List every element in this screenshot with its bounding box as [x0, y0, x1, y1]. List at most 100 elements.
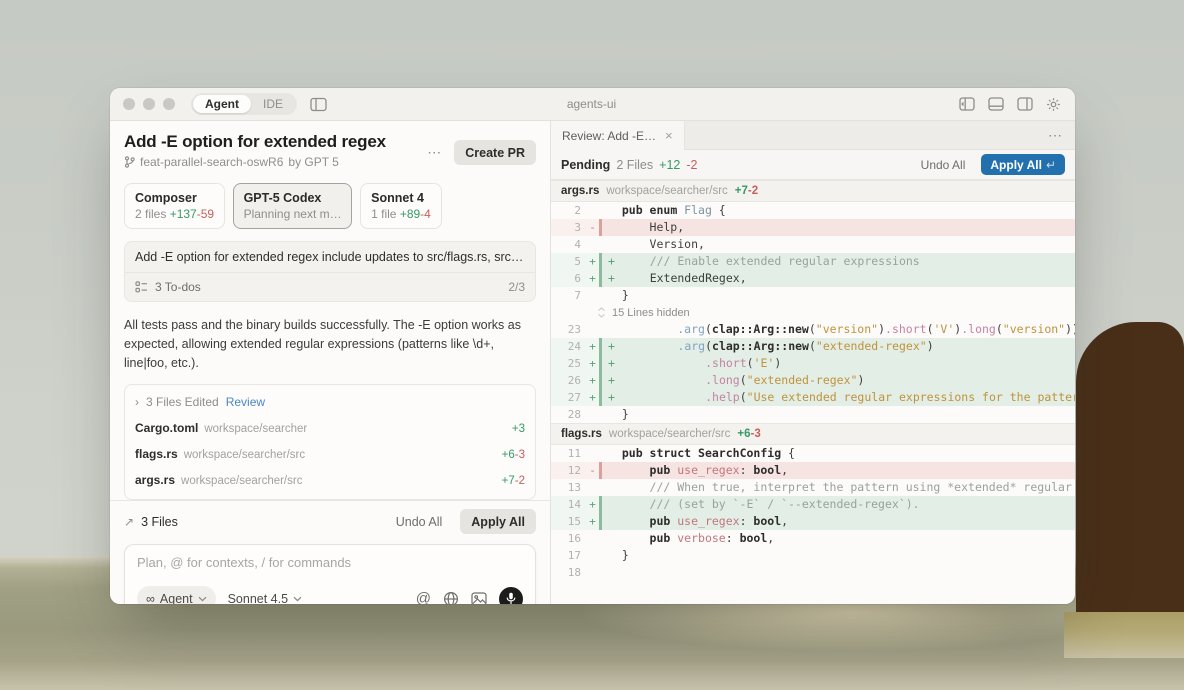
diff-line: 5++ /// Enable extended regular expressi…: [551, 253, 1075, 270]
agent-card[interactable]: Composer 2 files +137-59: [124, 183, 225, 229]
diff-line: 11 pub struct SearchConfig {: [551, 445, 1075, 462]
diff-line: 12- pub use_regex: bool,: [551, 462, 1075, 479]
wallpaper-trees: [1076, 322, 1184, 624]
file-list: Cargo.tomlworkspace/searcher+3flags.rswo…: [125, 415, 535, 493]
diff-line: 15+ pub use_regex: bool,: [551, 513, 1075, 530]
diff-file-header[interactable]: args.rsworkspace/searcher/src+7-2: [551, 180, 1075, 202]
diff-line-content: Help,: [602, 219, 1075, 236]
agent-cards: Composer 2 files +137-59 GPT-5 CodexPlanni…: [124, 183, 536, 229]
chevron-down-icon: [198, 596, 207, 602]
diff-line: 6++ ExtendedRegex,: [551, 270, 1075, 287]
create-pr-button[interactable]: Create PR: [454, 140, 536, 165]
more-options-icon[interactable]: ⋯: [1048, 127, 1063, 144]
diff-file-header[interactable]: flags.rsworkspace/searcher/src+6-3: [551, 423, 1075, 445]
tab-agent[interactable]: Agent: [193, 95, 251, 113]
agent-card-name: Composer: [135, 191, 214, 205]
sidebar-toggle-icon[interactable]: [310, 97, 327, 112]
titlebar: Agent IDE agents-ui: [110, 88, 1075, 121]
diff-line-content: pub use_regex: bool,: [602, 513, 1075, 530]
panel-left-collapse-icon[interactable]: [959, 97, 975, 112]
diff-line: 14+ /// (set by `-E` / `--extended-regex…: [551, 496, 1075, 513]
more-options-icon[interactable]: ⋯: [427, 144, 442, 161]
settings-gear-icon[interactable]: [1046, 97, 1061, 112]
diff-line: 23 .arg(clap::Arg::new("version").short(…: [551, 321, 1075, 338]
file-row[interactable]: flags.rsworkspace/searcher/src+6-3: [125, 441, 535, 467]
tab-review-label: Review: Add -E…: [562, 129, 656, 143]
diff-line-content: }: [602, 287, 1075, 304]
diff-line-content: }: [602, 547, 1075, 564]
diff-line-content: pub use_regex: bool,: [602, 462, 1075, 479]
diff-line: 18: [551, 564, 1075, 581]
composer-input[interactable]: Plan, @ for contexts, / for commands: [137, 555, 523, 570]
agent-panel: Add -E option for extended regex feat-pa…: [110, 121, 551, 604]
diff-line: 17 }: [551, 547, 1075, 564]
diff-line: 26++ .long("extended-regex"): [551, 372, 1075, 389]
diff-line: 3- Help,: [551, 219, 1075, 236]
file-stats: +3: [512, 423, 525, 435]
at-mention-icon[interactable]: @: [416, 590, 431, 604]
close-window-button[interactable]: [123, 98, 135, 110]
tab-ide[interactable]: IDE: [251, 95, 295, 113]
agent-card[interactable]: Sonnet 41 file +89-4: [360, 183, 442, 229]
agent-mode-select[interactable]: ∞ Agent: [137, 586, 216, 604]
page-title: Add -E option for extended regex: [124, 132, 386, 152]
files-count-label[interactable]: 3 Files: [141, 515, 178, 529]
diff-line-content: + .help("Use extended regular expression…: [602, 389, 1075, 406]
panel-right-icon[interactable]: [1017, 97, 1033, 112]
pending-deletions: -2: [686, 158, 697, 172]
panel-bottom-icon[interactable]: [988, 97, 1004, 112]
pending-files-count: 2 Files: [616, 158, 653, 172]
agent-card-name: GPT-5 Codex: [244, 191, 342, 205]
tab-review[interactable]: Review: Add -E… ×: [551, 121, 685, 150]
agent-card[interactable]: GPT-5 CodexPlanning next m…: [233, 183, 352, 229]
globe-icon[interactable]: [443, 591, 459, 604]
close-icon[interactable]: ×: [665, 128, 673, 143]
todos-progress: 2/3: [508, 280, 525, 294]
composer-box[interactable]: Plan, @ for contexts, / for commands ∞ A…: [124, 544, 536, 604]
zoom-window-button[interactable]: [163, 98, 175, 110]
diff-line-content: /// When true, interpret the pattern usi…: [602, 479, 1075, 496]
diff-line-content: }: [602, 406, 1075, 423]
diff-line-content: + /// Enable extended regular expression…: [602, 253, 1075, 270]
window-title: agents-ui: [567, 97, 616, 111]
model-select[interactable]: Sonnet 4.5: [228, 592, 302, 604]
diff-line: 2 pub enum Flag {: [551, 202, 1075, 219]
undo-all-button[interactable]: Undo All: [396, 515, 443, 529]
diff-line: 27++ .help("Use extended regular express…: [551, 389, 1075, 406]
todo-list-icon: [135, 281, 148, 293]
model-label: Sonnet 4.5: [228, 592, 288, 604]
microphone-button[interactable]: [499, 587, 523, 604]
task-box[interactable]: Add -E option for extended regex include…: [124, 241, 536, 302]
apply-all-button[interactable]: Apply All: [460, 509, 536, 534]
chevron-right-icon[interactable]: ›: [135, 395, 139, 409]
diff-line-content: .arg(clap::Arg::new("version").short('V'…: [602, 321, 1075, 338]
agent-card-meta: 2 files +137-59: [135, 207, 214, 221]
git-branch-icon: [124, 156, 135, 168]
branch-author: by GPT 5: [288, 155, 338, 169]
review-panel: Review: Add -E… × ⋯ Pending 2 Files +12 …: [551, 121, 1075, 604]
diff-line-content: Version,: [602, 236, 1075, 253]
review-link[interactable]: Review: [226, 395, 265, 409]
mode-switcher: Agent IDE: [191, 93, 297, 115]
diff-line-content: + .short('E'): [602, 355, 1075, 372]
apply-all-label: Apply All: [990, 158, 1042, 172]
file-row[interactable]: Cargo.tomlworkspace/searcher+3: [125, 415, 535, 441]
minimize-window-button[interactable]: [143, 98, 155, 110]
diff-area: args.rsworkspace/searcher/src+7-22 pub e…: [551, 180, 1075, 604]
diff-line-content: /// (set by `-E` / `--extended-regex`).: [602, 496, 1075, 513]
diff-line-content: + .arg(clap::Arg::new("extended-regex"): [602, 338, 1075, 355]
diff-line-content: pub struct SearchConfig {: [602, 445, 1075, 462]
image-icon[interactable]: [471, 592, 487, 604]
files-edited-card: › 3 Files Edited Review Cargo.tomlworksp…: [124, 384, 536, 500]
diff-line-content: pub enum Flag {: [602, 202, 1075, 219]
branch-name: feat-parallel-search-oswR6: [140, 155, 283, 169]
undo-all-button[interactable]: Undo All: [921, 158, 966, 172]
file-row[interactable]: args.rsworkspace/searcher/src+7-2: [125, 467, 535, 493]
diff-file-stats: +7-2: [735, 185, 758, 197]
hidden-lines-row[interactable]: 15 Lines hidden: [551, 304, 1075, 321]
apply-all-button[interactable]: Apply All ↵: [981, 154, 1065, 175]
wallpaper-grass: [1064, 612, 1184, 658]
diff-line: 7 }: [551, 287, 1075, 304]
unfold-icon: [597, 307, 606, 318]
diff-file-stats: +6-3: [737, 428, 760, 440]
